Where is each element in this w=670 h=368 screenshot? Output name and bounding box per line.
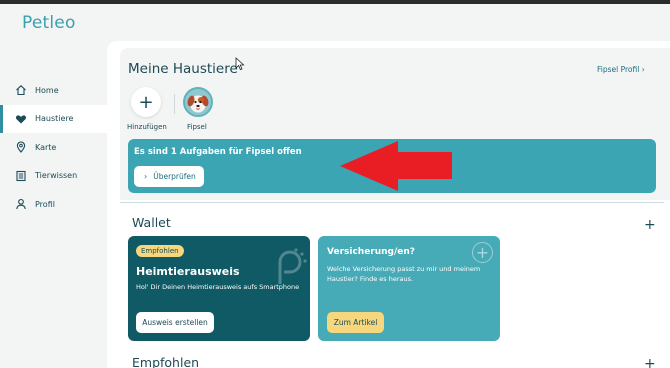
plus-icon: + bbox=[644, 356, 656, 368]
sidebar-item-karte[interactable]: Karte bbox=[0, 133, 107, 161]
mouse-cursor-icon bbox=[235, 57, 245, 71]
book-icon bbox=[15, 170, 27, 182]
id-card-subtitle: Hol' Dir Deinen Heimtierausweis aufs Sma… bbox=[136, 283, 300, 291]
red-arrow-annotation bbox=[340, 141, 452, 191]
sidebar-item-haustiere[interactable]: Haustiere bbox=[0, 104, 107, 133]
sidebar-item-label: Profil bbox=[35, 199, 55, 209]
sidebar: Home Haustiere Karte Tierwissen Profil bbox=[0, 76, 107, 219]
review-button[interactable]: › Überprüfen bbox=[134, 166, 204, 187]
chevron-right-icon: › bbox=[144, 172, 148, 181]
recommended-badge: Empfohlen bbox=[136, 245, 184, 257]
dog-icon bbox=[187, 95, 209, 113]
petleo-p-icon bbox=[278, 248, 307, 284]
add-pet-label: Hinzufügen bbox=[127, 123, 167, 131]
divider bbox=[174, 94, 175, 114]
sidebar-item-tierwissen[interactable]: Tierwissen bbox=[0, 162, 107, 190]
home-icon bbox=[15, 84, 27, 96]
section-divider bbox=[120, 202, 664, 203]
map-pin-icon bbox=[15, 141, 27, 153]
app-logo[interactable]: Petleo bbox=[22, 13, 76, 33]
create-id-button[interactable]: Ausweis erstellen bbox=[136, 312, 214, 333]
plus-icon: + bbox=[138, 91, 154, 113]
task-text: Es sind 1 Aufgaben für Fipsel offen bbox=[134, 147, 302, 157]
pet-avatar[interactable] bbox=[183, 87, 213, 117]
pet-profile-link-label: Fipsel Profil bbox=[597, 65, 640, 74]
id-card-title: Heimtierausweis bbox=[136, 265, 240, 278]
chevron-right-icon: › bbox=[641, 65, 645, 74]
insurance-subtitle: Welche Versicherung passt zu mir und mei… bbox=[327, 265, 481, 283]
review-button-label: Überprüfen bbox=[153, 172, 196, 181]
plus-icon: + bbox=[644, 217, 656, 233]
pet-profile-link[interactable]: Fipsel Profil › bbox=[597, 65, 645, 74]
sidebar-item-label: Home bbox=[35, 85, 59, 95]
recommended-add-button[interactable]: + bbox=[644, 356, 656, 368]
heart-icon bbox=[15, 113, 27, 125]
plus-circle-icon: + bbox=[472, 242, 493, 263]
pets-title: Meine Haustiere bbox=[128, 61, 238, 77]
pet-name: Fipsel bbox=[187, 123, 207, 131]
user-icon bbox=[15, 198, 27, 210]
sidebar-item-profil[interactable]: Profil bbox=[0, 190, 107, 218]
to-article-button[interactable]: Zum Artikel bbox=[327, 312, 384, 333]
wallet-add-button[interactable]: + bbox=[644, 217, 656, 233]
wallet-title: Wallet bbox=[132, 215, 171, 230]
sidebar-item-label: Karte bbox=[35, 142, 57, 152]
sidebar-item-home[interactable]: Home bbox=[0, 76, 107, 104]
sidebar-item-label: Haustiere bbox=[35, 114, 74, 123]
window-top-bar bbox=[0, 0, 670, 4]
recommended-title: Empfohlen bbox=[132, 355, 200, 368]
insurance-title: Versicherung/en? bbox=[327, 247, 416, 257]
sidebar-item-label: Tierwissen bbox=[35, 171, 78, 180]
add-pet-button[interactable]: + bbox=[131, 87, 161, 117]
